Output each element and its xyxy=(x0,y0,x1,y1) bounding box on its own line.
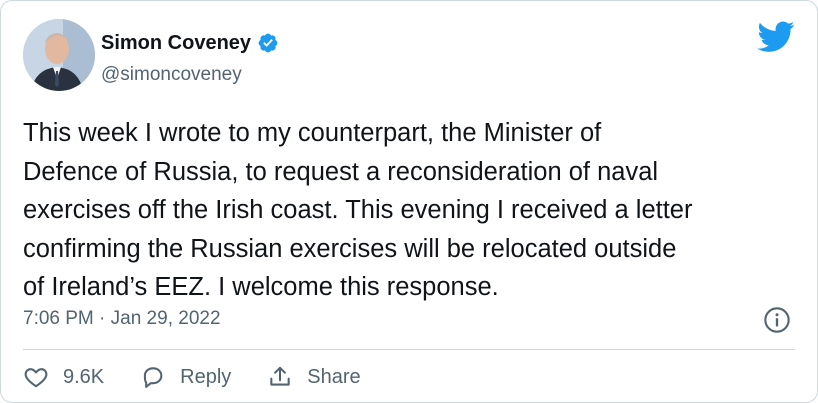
reply-button[interactable]: Reply xyxy=(140,364,231,390)
heart-icon xyxy=(24,368,48,388)
author-name-row[interactable]: Simon Coveney xyxy=(101,31,279,55)
author-handle[interactable]: @simoncoveney xyxy=(101,63,242,87)
tweet-text: This week I wrote to my counterpart, the… xyxy=(23,119,693,301)
share-label: Share xyxy=(307,366,361,388)
like-count: 9.6K xyxy=(63,366,105,388)
avatar[interactable] xyxy=(23,19,95,91)
share-icon xyxy=(270,366,290,386)
action-bar: 9.6K Reply Share xyxy=(23,364,397,390)
info-icon[interactable] xyxy=(763,306,791,334)
avatar-portrait-icon xyxy=(23,19,95,91)
reply-label: Reply xyxy=(180,366,232,388)
tweet-timestamp[interactable]: 7:06 PM · Jan 29, 2022 xyxy=(23,306,221,332)
share-button[interactable]: Share xyxy=(267,364,361,390)
like-button[interactable]: 9.6K xyxy=(23,364,104,390)
divider xyxy=(23,349,795,350)
tweet-card: Simon Coveney @simoncoveney This week I … xyxy=(0,0,818,403)
twitter-bird-icon[interactable] xyxy=(757,21,795,53)
verified-badge-icon xyxy=(257,32,279,54)
reply-bubble-icon xyxy=(144,367,163,388)
author-name[interactable]: Simon Coveney xyxy=(101,31,251,55)
